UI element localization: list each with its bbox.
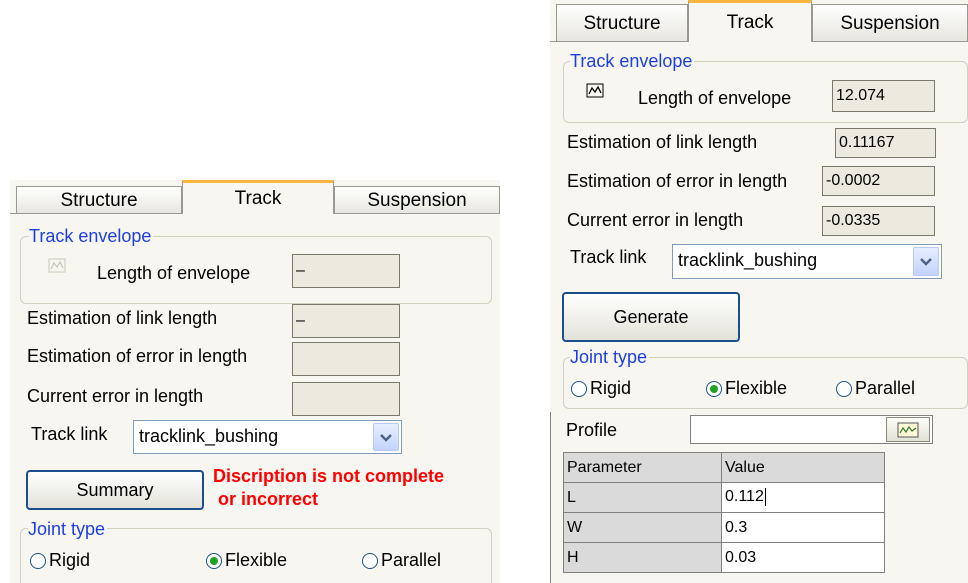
table-row: H 0.03 — [563, 542, 885, 573]
parameter-table: Parameter Value L 0.112 W 0.3 H 0.03 — [563, 452, 885, 573]
envelope-chart-icon — [48, 258, 66, 279]
track-link-select[interactable]: tracklink_bushing — [672, 244, 942, 279]
parameter-value-cell[interactable]: 0.112 — [721, 482, 885, 513]
tab-track[interactable]: Track — [182, 180, 334, 214]
link-length-field[interactable]: 0.11167 — [835, 128, 936, 158]
profile-editor-button[interactable] — [886, 417, 930, 442]
profile-divider — [550, 412, 551, 583]
error-estimation-label: Estimation of error in length — [27, 346, 248, 366]
link-length-field[interactable]: – — [292, 304, 400, 338]
text-cursor — [764, 488, 766, 507]
left-track-panel: Structure Track Suspension Track envelop… — [10, 180, 500, 583]
radio-flexible-label: Flexible — [225, 550, 288, 570]
column-header-value: Value — [721, 452, 885, 483]
track-link-label: Track link — [31, 424, 108, 444]
radio-circle[interactable] — [836, 380, 852, 397]
radio-circle[interactable] — [30, 552, 46, 569]
parameter-value-cell[interactable]: 0.3 — [721, 512, 885, 543]
table-header-row: Parameter Value — [563, 452, 885, 483]
radio-flexible-label: Flexible — [725, 378, 788, 398]
current-error-field[interactable] — [292, 382, 400, 416]
table-row: L 0.112 — [563, 482, 885, 513]
dropdown-arrow-icon[interactable] — [373, 423, 399, 451]
length-of-envelope-label: Length of envelope — [97, 263, 251, 283]
length-of-envelope-field[interactable]: 12.074 — [832, 80, 935, 112]
profile-label: Profile — [566, 420, 618, 440]
radio-parallel[interactable]: Parallel — [362, 550, 441, 571]
radio-parallel[interactable]: Parallel — [836, 378, 915, 399]
profile-editor-icon — [897, 422, 919, 437]
tab-track[interactable]: Track — [688, 0, 812, 42]
current-error-field[interactable]: -0.0335 — [822, 206, 935, 236]
validation-error-line1: Discription is not complete — [213, 466, 445, 486]
error-estimation-label: Estimation of error in length — [567, 171, 788, 191]
joint-type-legend: Joint type — [570, 347, 650, 367]
tab-suspension[interactable]: Suspension — [334, 186, 500, 214]
error-estimation-field[interactable] — [292, 342, 400, 376]
radio-circle-selected[interactable] — [706, 380, 722, 397]
track-link-value: tracklink_bushing — [678, 250, 818, 270]
radio-selected-dot — [710, 384, 718, 393]
link-length-label: Estimation of link length — [27, 308, 218, 328]
radio-parallel-label: Parallel — [381, 550, 442, 570]
parameter-name-cell: W — [563, 512, 722, 543]
radio-circle-selected[interactable] — [206, 552, 222, 569]
radio-circle[interactable] — [571, 380, 587, 397]
radio-flexible[interactable]: Flexible — [206, 550, 287, 571]
link-length-label: Estimation of link length — [567, 132, 758, 152]
tab-bar: Structure Track Suspension — [10, 180, 500, 214]
current-error-label: Current error in length — [567, 210, 744, 230]
track-link-select[interactable]: tracklink_bushing — [133, 420, 402, 454]
parameter-name-cell: L — [563, 482, 722, 513]
track-envelope-legend: Track envelope — [29, 226, 154, 246]
radio-rigid[interactable]: Rigid — [30, 550, 90, 571]
track-link-label: Track link — [570, 247, 647, 267]
length-of-envelope-field[interactable]: – — [292, 254, 400, 288]
generate-button[interactable]: Generate — [562, 292, 740, 342]
radio-selected-dot — [210, 556, 218, 565]
track-envelope-group — [20, 236, 492, 304]
right-track-panel: Structure Track Suspension Track envelop… — [550, 0, 968, 583]
radio-rigid[interactable]: Rigid — [571, 378, 631, 399]
track-envelope-legend: Track envelope — [570, 51, 695, 71]
validation-error-line2: or incorrect — [218, 489, 319, 509]
radio-parallel-label: Parallel — [855, 378, 916, 398]
envelope-chart-icon — [586, 83, 604, 104]
tab-structure[interactable]: Structure — [556, 4, 688, 42]
value-text: 0.112 — [725, 488, 764, 506]
current-error-label: Current error in length — [27, 386, 204, 406]
joint-type-legend: Joint type — [28, 519, 108, 539]
tab-structure[interactable]: Structure — [16, 186, 182, 214]
length-of-envelope-label: Length of envelope — [638, 88, 792, 108]
error-estimation-field[interactable]: -0.0002 — [822, 166, 935, 196]
column-header-parameter: Parameter — [563, 452, 722, 483]
radio-flexible[interactable]: Flexible — [706, 378, 787, 399]
radio-circle[interactable] — [362, 552, 378, 569]
table-row: W 0.3 — [563, 512, 885, 543]
tab-suspension[interactable]: Suspension — [812, 4, 968, 42]
radio-rigid-label: Rigid — [590, 378, 632, 398]
dropdown-arrow-icon[interactable] — [913, 247, 939, 276]
tab-bar: Structure Track Suspension — [550, 0, 968, 42]
parameter-value-cell[interactable]: 0.03 — [721, 542, 885, 573]
parameter-name-cell: H — [563, 542, 722, 573]
summary-button[interactable]: Summary — [26, 470, 204, 510]
radio-rigid-label: Rigid — [49, 550, 91, 570]
track-link-value: tracklink_bushing — [139, 426, 279, 446]
